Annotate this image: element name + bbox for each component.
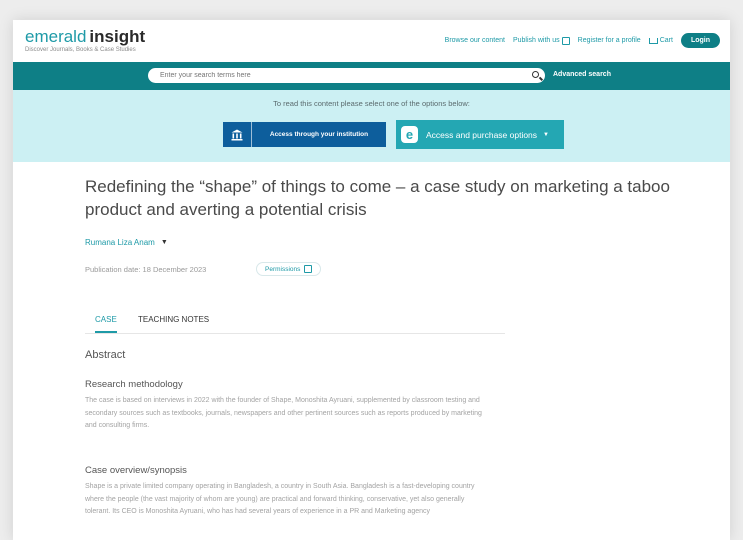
browse-content-label: Browse our content [444,37,505,44]
access-message: To read this content please select one o… [273,99,470,108]
abstract-heading: Abstract [85,349,126,361]
external-link-icon [561,36,570,45]
top-navigation: Browse our content Publish with us Regis… [445,33,720,48]
publish-label: Publish with us [512,37,560,44]
institution-icon [223,122,252,147]
publication-date: Publication date: 18 December 2023 [85,265,207,274]
emerald-e-icon: e [401,126,418,143]
author-name: Rumana Liza Anam [85,238,155,247]
emerald-insight-logo[interactable]: emerald insight [25,27,145,47]
permissions-label: Permissions [265,265,301,273]
institution-button-label: Access through your institution [269,131,369,138]
access-panel: To read this content please select one o… [13,90,730,162]
site-header: emerald insight Discover Journals, Books … [13,20,730,62]
access-through-institution-button[interactable]: Access through your institution [223,122,386,147]
author-menu[interactable]: Rumana Liza Anam ▼ [85,238,168,247]
page: emerald insight Discover Journals, Books … [13,20,730,540]
purchase-button-label: Access and purchase options [426,129,538,140]
article-title: Redefining the “shape” of things to come… [85,177,670,219]
register-label: Register for a profile [577,37,641,44]
publish-with-us-link[interactable]: Publish with us [512,36,570,45]
chevron-down-icon: ▼ [543,131,549,138]
search-box [148,68,545,83]
logo-word-emerald: emerald [25,27,87,46]
advanced-search-link[interactable]: Advanced search [553,71,611,78]
cart-icon [648,37,658,44]
logo-word-insight: insight [89,27,146,46]
cart-label: Cart [659,37,673,44]
browse-content-link[interactable]: Browse our content [445,37,505,44]
cart-link[interactable]: Cart [648,37,673,44]
search-input[interactable] [158,71,532,80]
research-methodology-heading: Research methodology [85,379,183,390]
logo-tagline: Discover Journals, Books & Case Studies [25,47,136,53]
case-overview-heading: Case overview/synopsis [85,465,187,476]
tab-teaching-notes[interactable]: TEACHING NOTES [138,315,209,324]
research-methodology-text: The case is based on interviews in 2022 … [85,397,482,429]
login-button[interactable]: Login [680,33,720,48]
case-overview-text: Shape is a private limited company opera… [85,483,475,515]
chevron-down-icon: ▼ [160,239,168,246]
permissions-button[interactable]: Permissions [256,262,322,276]
search-icon[interactable] [532,71,539,78]
access-and-purchase-options-button[interactable]: e Access and purchase options ▼ [396,120,564,149]
search-bar: Advanced search [13,62,730,90]
register-link[interactable]: Register for a profile [578,37,641,44]
tab-case[interactable]: CASE [95,315,117,333]
article-tabs: CASE TEACHING NOTES [85,313,505,334]
external-link-icon [304,265,313,273]
